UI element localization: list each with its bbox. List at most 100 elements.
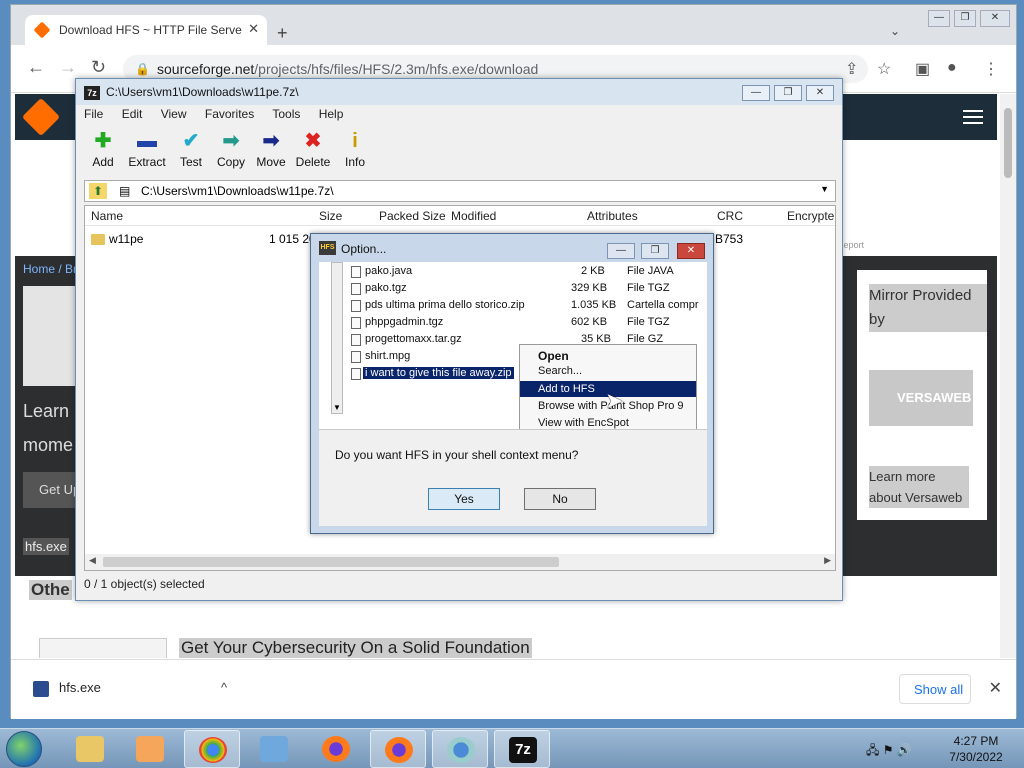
list-item: pako.java 2 KB File JAVA xyxy=(349,264,699,280)
file-name: phppgadmin.tgz xyxy=(365,316,444,328)
folder-icon xyxy=(91,234,105,246)
tab-close-icon[interactable]: ✕ xyxy=(248,21,259,37)
menu-view[interactable]: View xyxy=(161,107,187,121)
test-button[interactable]: ✔ Test xyxy=(172,127,210,169)
taskbar-explorer[interactable] xyxy=(62,730,118,768)
file-type: Cartella compr xyxy=(627,299,699,311)
file-list-hscrollbar[interactable]: ◀ ▶ xyxy=(85,554,835,570)
download-item[interactable]: hfs.exe xyxy=(33,680,101,697)
start-button-icon[interactable] xyxy=(6,731,42,767)
sourceforge-logo-icon[interactable] xyxy=(21,97,61,137)
menu-edit[interactable]: Edit xyxy=(122,107,143,121)
sevenzip-titlebar[interactable]: 7z C:\Users\vm1\Downloads\w11pe.7z\ — ❐ … xyxy=(76,79,842,105)
col-name[interactable]: Name xyxy=(91,209,123,223)
close-button[interactable]: ✕ xyxy=(980,10,1010,27)
extract-button[interactable]: ▬ Extract xyxy=(124,127,170,169)
page-scrollbar[interactable] xyxy=(1000,94,1016,658)
maximize-button[interactable]: ❐ xyxy=(954,10,976,27)
tab-title: Download HFS ~ HTTP File Serve xyxy=(59,23,242,37)
close-shelf-icon[interactable]: ✕ xyxy=(989,678,1002,698)
dialog-minimize-button[interactable]: — xyxy=(607,243,635,259)
back-arrow-icon[interactable]: ← xyxy=(27,57,45,78)
get-updates-button[interactable]: Get Up xyxy=(23,472,83,508)
taskbar-firefox-2[interactable] xyxy=(370,730,426,768)
banner-image xyxy=(39,638,167,658)
file-name: shirt.mpg xyxy=(365,350,411,362)
add-label: Add xyxy=(92,155,114,169)
minimize-button[interactable]: — xyxy=(928,10,950,27)
mirror-learn-more[interactable]: Learn more about Versaweb xyxy=(869,466,969,508)
forward-arrow-icon[interactable]: → xyxy=(59,57,77,78)
clock[interactable]: 4:27 PM 7/30/2022 xyxy=(944,733,1008,765)
scroll-right-icon[interactable]: ▶ xyxy=(824,555,831,566)
scroll-left-icon[interactable]: ◀ xyxy=(89,555,96,566)
hscroll-thumb[interactable] xyxy=(103,557,559,567)
menu-favorites[interactable]: Favorites xyxy=(205,107,254,121)
col-packed-size[interactable]: Packed Size xyxy=(379,209,446,223)
taskbar-control-panel[interactable] xyxy=(246,730,302,768)
ctx-open: Open xyxy=(538,349,569,363)
col-modified[interactable]: Modified xyxy=(451,209,496,223)
move-label: Move xyxy=(256,155,286,169)
col-encrypted[interactable]: Encrypte xyxy=(787,209,834,223)
taskbar-firefox[interactable] xyxy=(308,730,364,768)
page-scrollbar-thumb[interactable] xyxy=(1004,108,1012,178)
tab-search-chevron-icon[interactable]: ⌄ xyxy=(890,24,900,38)
file-icon xyxy=(351,334,361,346)
system-tray-icons[interactable]: 🖧 ⚑ 🔊 xyxy=(866,741,912,762)
chrome-icon xyxy=(199,737,227,763)
dialog-maximize-button[interactable]: ❐ xyxy=(641,243,669,259)
info-button[interactable]: i Info xyxy=(336,127,374,169)
browser-tab[interactable]: Download HFS ~ HTTP File Serve ✕ xyxy=(25,15,267,45)
info-label: Info xyxy=(344,155,365,169)
sevenzip-taskbar-icon: 7z xyxy=(509,737,537,763)
reload-icon[interactable]: ↻ xyxy=(91,57,106,78)
copy-button[interactable]: ➡ Copy xyxy=(212,127,250,169)
breadcrumb[interactable]: Home / Br xyxy=(23,262,77,276)
sevenzip-close-button[interactable]: ✕ xyxy=(806,85,834,101)
file-icon xyxy=(351,283,361,295)
share-icon[interactable]: ⇪ xyxy=(845,59,858,79)
hfs-file-icon xyxy=(33,680,49,697)
file-size: 2 KB xyxy=(581,265,605,277)
dialog-titlebar[interactable]: HFS Option... — ❐ ✕ xyxy=(311,234,713,260)
clock-date: 7/30/2022 xyxy=(949,750,1003,764)
banner-heading[interactable]: Get Your Cybersecurity On a Solid Founda… xyxy=(179,638,532,658)
delete-button[interactable]: ✖ Delete xyxy=(292,127,334,169)
new-tab-icon[interactable]: + xyxy=(277,23,288,44)
taskbar-hfs[interactable] xyxy=(432,730,488,768)
col-crc[interactable]: CRC xyxy=(717,209,743,223)
download-options-chevron-icon[interactable]: ^ xyxy=(221,680,227,695)
menu-file[interactable]: File xyxy=(84,107,103,121)
col-size[interactable]: Size xyxy=(319,209,342,223)
file-size: 329 KB xyxy=(571,282,608,294)
taskbar-media-player[interactable] xyxy=(122,730,178,768)
sevenzip-address-bar[interactable]: ⬆ ▤ C:\Users\vm1\Downloads\w11pe.7z\ ▼ xyxy=(84,180,836,202)
add-button[interactable]: ✚ Add xyxy=(84,127,122,169)
menu-help[interactable]: Help xyxy=(319,107,344,121)
versaweb-logo[interactable]: VERSAWEB xyxy=(869,370,973,426)
mouse-cursor-icon: ➤ xyxy=(605,388,624,413)
bookmark-star-icon[interactable]: ☆ xyxy=(877,59,891,79)
move-button[interactable]: ➡ Move xyxy=(252,127,290,169)
taskbar-chrome[interactable] xyxy=(184,730,240,768)
folder-up-icon[interactable]: ⬆ xyxy=(89,183,107,199)
hamburger-menu-icon[interactable] xyxy=(963,110,983,124)
show-all-button[interactable]: Show all xyxy=(899,674,971,704)
taskbar-7zip[interactable]: 7z xyxy=(494,730,550,768)
profile-avatar-icon[interactable]: ● xyxy=(947,59,957,77)
no-button[interactable]: No xyxy=(524,488,596,510)
extract-label: Extract xyxy=(128,155,166,169)
menu-kebab-icon[interactable]: ⋮ xyxy=(983,59,999,79)
delete-x-icon: ✖ xyxy=(304,130,322,152)
sevenzip-minimize-button[interactable]: — xyxy=(742,85,770,101)
sevenzip-maximize-button[interactable]: ❐ xyxy=(774,85,802,101)
address-dropdown-icon[interactable]: ▼ xyxy=(820,184,829,194)
menu-tools[interactable]: Tools xyxy=(272,107,300,121)
col-attributes[interactable]: Attributes xyxy=(587,209,638,223)
dialog-close-button[interactable]: ✕ xyxy=(677,243,705,259)
side-panel-icon[interactable]: ▣ xyxy=(915,59,930,79)
sevenzip-menubar: File Edit View Favorites Tools Help xyxy=(84,107,358,121)
yes-button[interactable]: Yes xyxy=(428,488,500,510)
video-file-icon xyxy=(351,351,361,363)
